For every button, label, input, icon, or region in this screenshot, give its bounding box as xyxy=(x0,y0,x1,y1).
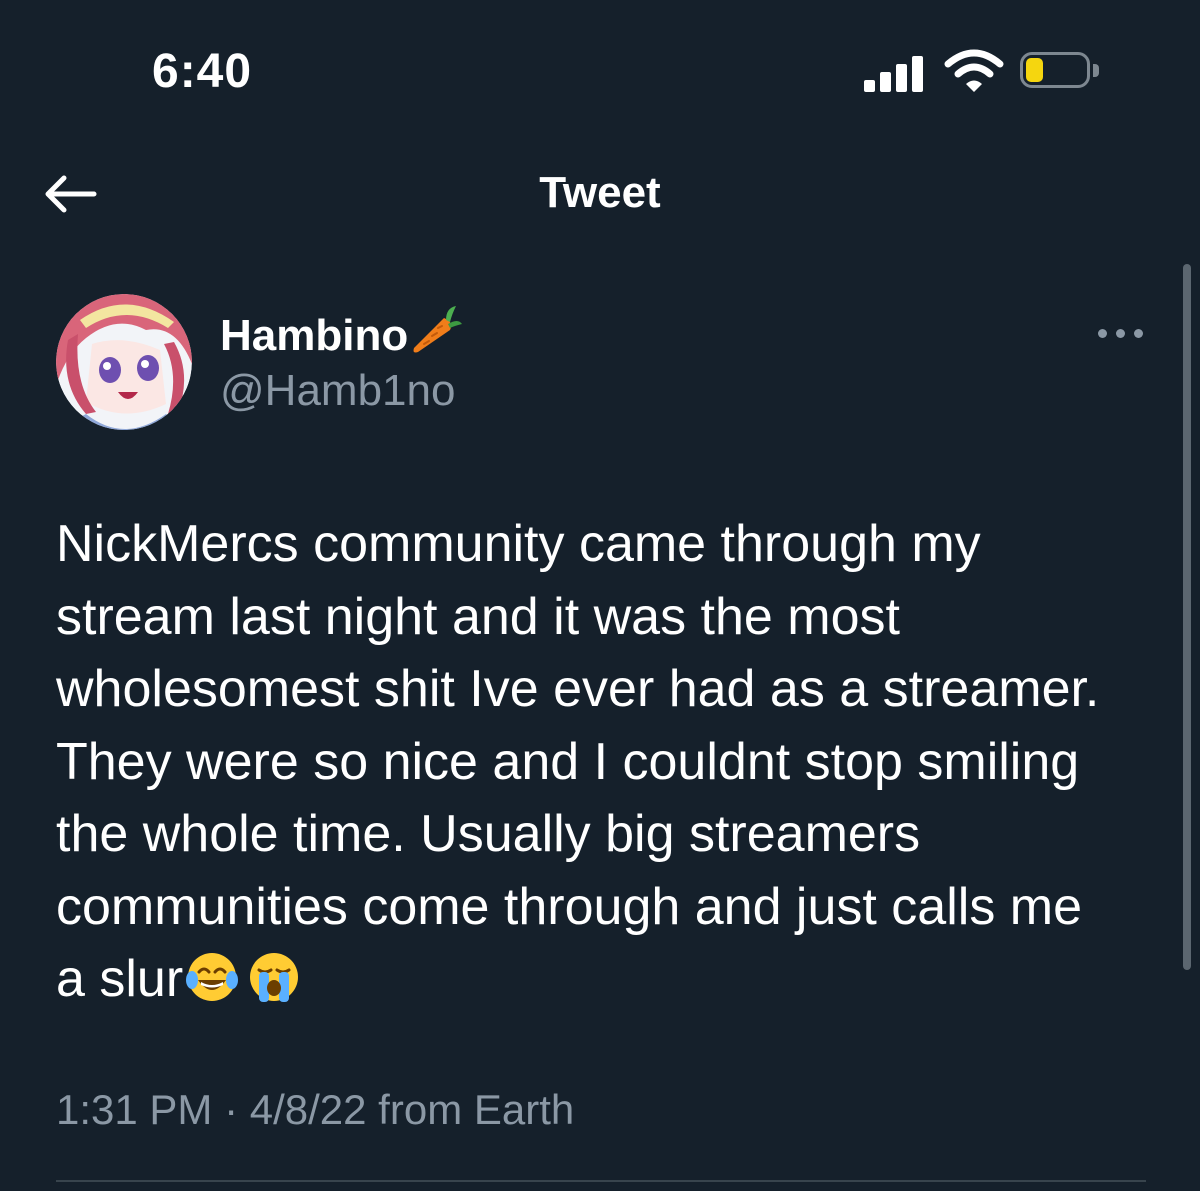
divider xyxy=(56,1180,1146,1182)
tweet-text: NickMercs community came through my stre… xyxy=(56,508,1156,1016)
display-name[interactable]: Hambino xyxy=(220,304,463,361)
top-navigation: Tweet xyxy=(0,150,1200,240)
user-handle[interactable]: @Hamb1no xyxy=(220,366,455,416)
avatar[interactable] xyxy=(56,294,192,430)
tweet-text-line: stream last night and it was the most xyxy=(56,587,900,646)
tweet-text-line: the whole time. Usually big streamers xyxy=(56,805,921,863)
carrot-icon xyxy=(413,306,463,353)
tweet-text-line: a slur xyxy=(56,950,184,1008)
scrollbar[interactable] xyxy=(1183,264,1191,970)
more-horizontal-icon[interactable] xyxy=(1096,318,1146,348)
battery-level-fill xyxy=(1026,58,1043,82)
battery-low-icon xyxy=(1020,52,1100,92)
tears-of-joy-emoji-icon xyxy=(186,953,239,1001)
display-name-text: Hambino xyxy=(220,311,409,360)
loudly-crying-emoji-icon xyxy=(250,953,299,1002)
cellular-signal-icon xyxy=(864,52,928,92)
page-title: Tweet xyxy=(539,168,661,217)
wifi-icon xyxy=(944,49,1004,92)
tweet-text-line: NickMercs community came through my xyxy=(56,515,981,573)
tweet-text-line: wholesomest shit Ive ever had as a strea… xyxy=(56,660,1100,718)
tweet-author: Hambino @Hamb1no xyxy=(56,294,1156,434)
tweet-timestamp[interactable]: 1:31 PM · 4/8/22 from Earth xyxy=(56,1086,574,1134)
status-bar: 6:40 xyxy=(0,0,1200,140)
tweet-text-line-last: a slur xyxy=(56,943,1156,1016)
tweet-text-line: communities come through and just calls … xyxy=(56,877,1083,936)
status-time: 6:40 xyxy=(152,45,253,98)
tweet-text-line: They were so nice and I couldnt stop smi… xyxy=(56,732,1080,791)
